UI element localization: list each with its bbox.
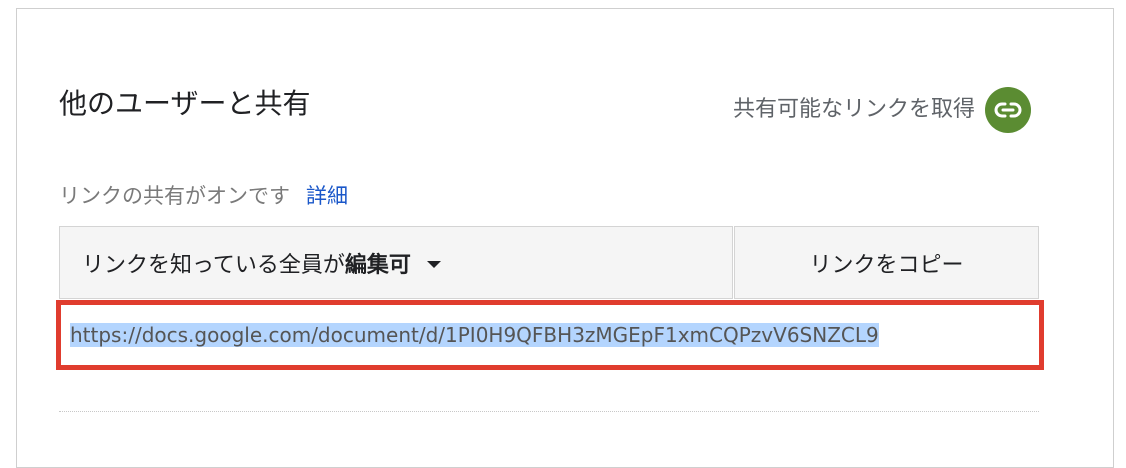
dialog-title: 他のユーザーと共有 bbox=[59, 87, 311, 120]
caret-down-icon bbox=[426, 260, 441, 268]
share-url-text: https://docs.google.com/document/d/1PI0H… bbox=[70, 323, 879, 347]
link-icon[interactable] bbox=[985, 87, 1031, 133]
link-sharing-status-text: リンクの共有がオンです bbox=[59, 184, 290, 208]
share-dialog: 他のユーザーと共有 共有可能なリンクを取得 リンクの共有がオンです 詳細 リンクを… bbox=[16, 8, 1114, 468]
dotted-divider bbox=[59, 411, 1039, 412]
url-highlight-box: https://docs.google.com/document/d/1PI0H… bbox=[56, 300, 1044, 370]
permission-prefix: リンクを知っている全員が bbox=[82, 252, 345, 278]
details-link[interactable]: 詳細 bbox=[306, 184, 348, 208]
permission-level: 編集可 bbox=[344, 252, 411, 278]
share-url-field[interactable]: https://docs.google.com/document/d/1PI0H… bbox=[70, 315, 1032, 355]
get-shareable-link-button[interactable]: 共有可能なリンクを取得 bbox=[733, 87, 1031, 133]
copy-link-button[interactable]: リンクをコピー bbox=[734, 226, 1039, 299]
get-shareable-link-label: 共有可能なリンクを取得 bbox=[732, 97, 975, 122]
link-sharing-status: リンクの共有がオンです 詳細 bbox=[59, 181, 348, 211]
permission-dropdown[interactable]: リンクを知っている全員が 編集可 bbox=[59, 226, 733, 299]
